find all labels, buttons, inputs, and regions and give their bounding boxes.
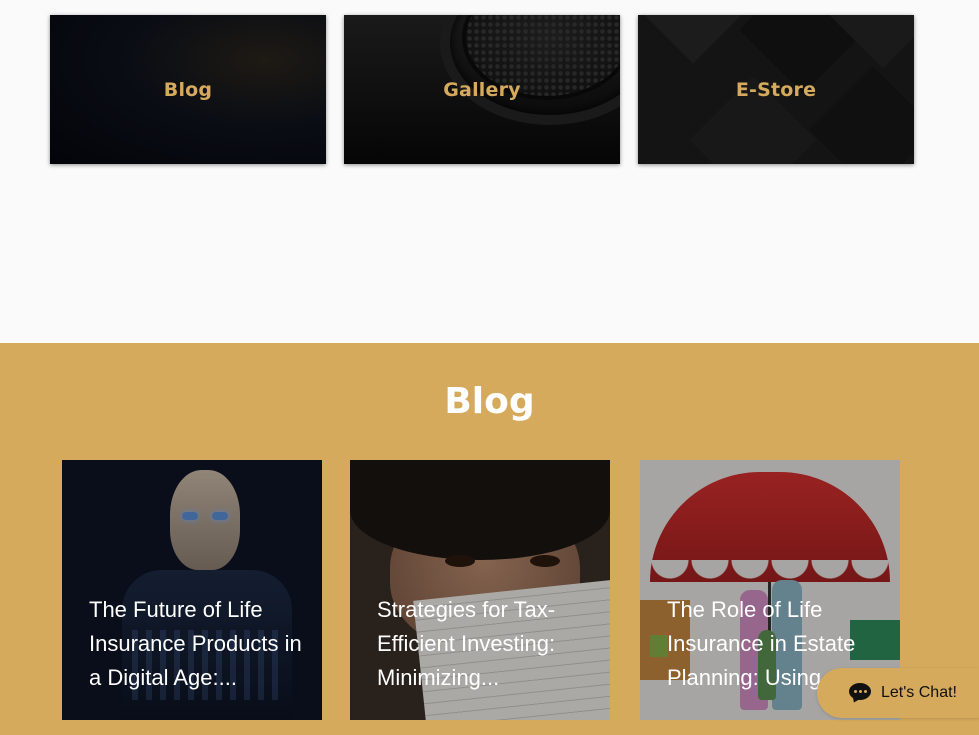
chat-widget-button[interactable]: Let's Chat! [817,668,979,718]
background-pattern [638,15,757,64]
nav-card-blog[interactable]: Blog [50,15,326,164]
chat-label: Let's Chat! [881,684,957,701]
nav-card-label: Gallery [443,78,521,101]
nav-card-label: E-Store [735,78,817,101]
nav-card-estore[interactable]: E-Store [638,15,914,164]
nav-card-gallery[interactable]: Gallery [344,15,620,164]
blog-post-title[interactable]: Strategies for Tax-Efficient Investing: … [377,593,597,695]
blog-post-card[interactable]: The Future of Life Insurance Products in… [62,460,322,720]
blog-post-title[interactable]: The Future of Life Insurance Products in… [89,593,309,695]
background-pattern [809,66,914,164]
top-section: Blog Gallery E-Store [0,0,979,343]
section-title: Blog [444,381,535,422]
chat-bubble-icon [849,683,871,705]
nav-card-label: Blog [163,78,213,101]
blog-post-card[interactable]: Strategies for Tax-Efficient Investing: … [350,460,610,720]
